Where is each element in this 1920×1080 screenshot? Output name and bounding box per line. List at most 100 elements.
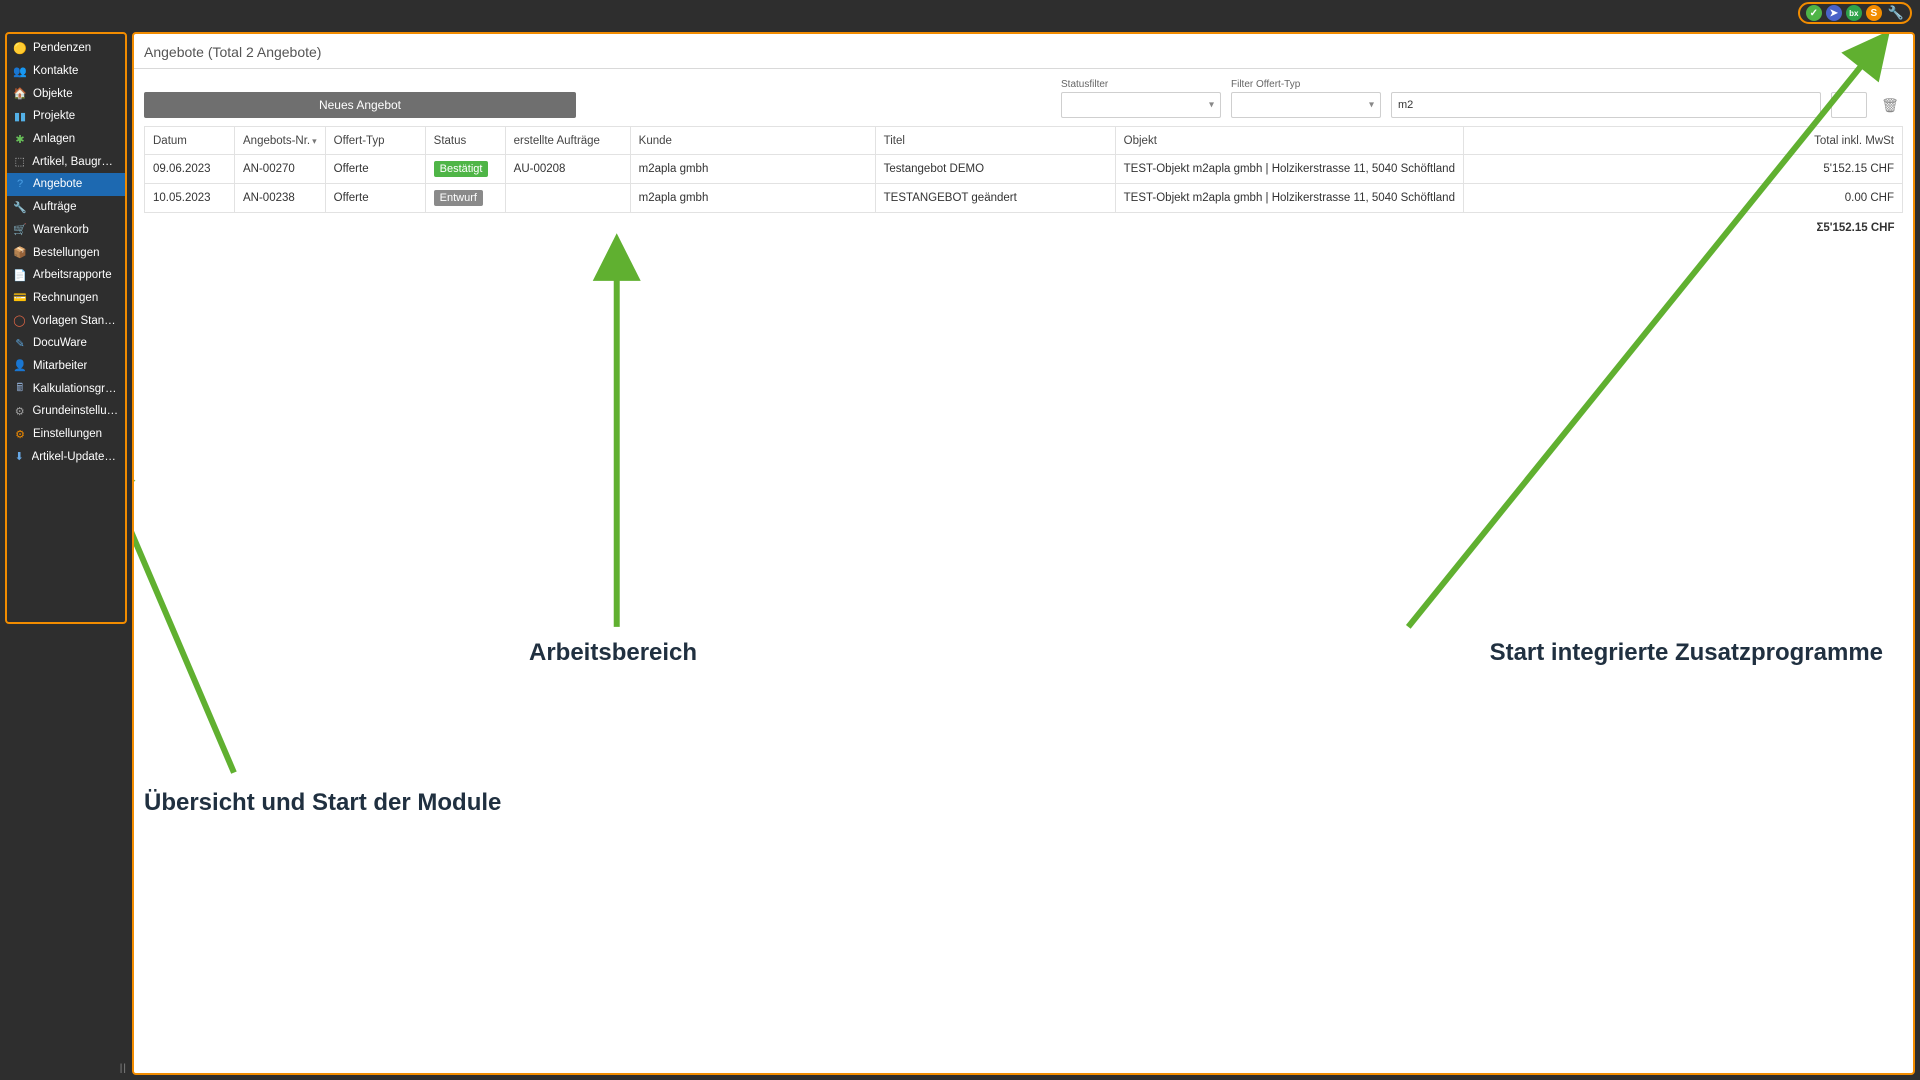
- warenkorb-icon: 🛒: [13, 223, 27, 237]
- integrated-addons-pill: ✓➤bxS 🔧: [1798, 2, 1912, 24]
- search-label: [1391, 79, 1821, 90]
- new-offer-button[interactable]: Neues Angebot: [144, 92, 576, 118]
- sidebar-item-label: Angebote: [33, 178, 82, 190]
- sidebar-item-label: Objekte: [33, 88, 73, 100]
- wrench-icon[interactable]: 🔧: [1888, 5, 1904, 21]
- sidebar-item-docuware[interactable]: ✎ DocuWare: [7, 332, 125, 355]
- sidebar-item-label: Kalkulationsgru...: [33, 383, 119, 395]
- col-status[interactable]: Status: [425, 127, 505, 155]
- sidebar-item-label: Kontakte: [33, 65, 78, 77]
- sidebar-item-label: Einstellungen: [33, 428, 102, 440]
- col-erstellteAuftraege[interactable]: erstellte Aufträge: [505, 127, 630, 155]
- chevron-down-icon: ▾: [1369, 100, 1374, 111]
- angebote-icon: ?: [13, 177, 27, 191]
- content-container: Angebote (Total 2 Angebote) Neues Angebo…: [132, 27, 1920, 1080]
- check-icon[interactable]: ✓: [1806, 5, 1822, 21]
- work-area: Angebote (Total 2 Angebote) Neues Angebo…: [132, 32, 1915, 1075]
- grundeinstellungen-icon: ⚙: [13, 404, 26, 418]
- table-total-row: Σ5'152.15 CHF: [145, 213, 1903, 241]
- bestellungen-icon: 📦: [13, 246, 27, 260]
- docuware-icon: ✎: [13, 336, 27, 350]
- sidebar-item-bestellungen[interactable]: 📦 Bestellungen: [7, 241, 125, 264]
- objekte-icon: 🏠: [13, 87, 27, 101]
- status-badge: Entwurf: [434, 190, 483, 206]
- filter-action-button[interactable]: [1831, 92, 1867, 118]
- artikel-icon: ⬚: [13, 155, 26, 169]
- arbeitsrapporte-icon: 📄: [13, 268, 27, 282]
- table-header-row: DatumAngebots-Nr.▾Offert-TypStatuserstel…: [145, 127, 1903, 155]
- sidebar-item-projekte[interactable]: ▮▮Projekte: [7, 105, 125, 128]
- sidebar-item-label: Bestellungen: [33, 247, 100, 259]
- sidebar-item-label: Artikel-Update (C...: [32, 451, 119, 463]
- offers-table: DatumAngebots-Nr.▾Offert-TypStatuserstel…: [144, 126, 1903, 241]
- titlebar: ✓➤bxS 🔧: [0, 0, 1920, 27]
- sidebar-item-objekte[interactable]: 🏠 Objekte: [7, 82, 125, 105]
- annotation-extras-label: Start integrierte Zusatzprogramme: [1490, 639, 1883, 667]
- kalkulation-icon: 🖩: [13, 382, 27, 396]
- sidebar-item-pendenzen[interactable]: 🟡Pendenzen: [7, 37, 125, 60]
- sidebar-item-label: Warenkorb: [33, 224, 89, 236]
- grand-total: Σ5'152.15 CHF: [145, 213, 1903, 241]
- col-kunde[interactable]: Kunde: [630, 127, 875, 155]
- sidebar-item-angebote[interactable]: ? Angebote: [7, 173, 125, 196]
- sidebar-item-rechnungen[interactable]: 💳 Rechnungen: [7, 287, 125, 310]
- artikel-update-icon: ⬇: [13, 450, 26, 464]
- sidebar-item-label: Vorlagen Standa...: [32, 315, 119, 327]
- sidebar-item-label: Artikel, Baugrup...: [32, 156, 119, 168]
- anlagen-icon: ✱: [13, 132, 27, 146]
- annotation-modules-label: Übersicht und Start der Module: [144, 789, 501, 817]
- mitarbeiter-icon: 👤: [13, 359, 27, 373]
- nav-icon[interactable]: ➤: [1826, 5, 1842, 21]
- col-objekt[interactable]: Objekt: [1115, 127, 1463, 155]
- offer-type-filter-label: Filter Offert-Typ: [1231, 79, 1381, 90]
- sidebar-item-arbeitsrapporte[interactable]: 📄Arbeitsrapporte: [7, 264, 125, 287]
- col-datum[interactable]: Datum: [145, 127, 235, 155]
- annotation-work-label: Arbeitsbereich: [529, 639, 697, 667]
- status-filter-select[interactable]: ▾: [1061, 92, 1221, 118]
- col-total[interactable]: Total inkl. MwSt: [1463, 127, 1902, 155]
- search-input[interactable]: [1391, 92, 1821, 118]
- sidebar-item-auftraege[interactable]: 🔧 Aufträge: [7, 196, 125, 219]
- sidebar-item-artikel[interactable]: ⬚ Artikel, Baugrup...: [7, 150, 125, 173]
- sidebar: 🟡Pendenzen 👥 Kontakte 🏠 Objekte ▮▮Projekte ✱ An…: [5, 32, 127, 624]
- sidebar-item-label: Mitarbeiter: [33, 360, 87, 372]
- einstellungen-icon: ⚙: [13, 427, 27, 441]
- sidebar-container: 🟡Pendenzen 👥 Kontakte 🏠 Objekte ▮▮Projekte ✱ An…: [0, 27, 132, 1080]
- sidebar-item-label: Rechnungen: [33, 292, 98, 304]
- vorlagen-icon: ◯: [13, 314, 26, 328]
- table-row[interactable]: 10.05.2023AN-00238OfferteEntwurfm2apla g…: [145, 184, 1903, 213]
- projekte-icon: ▮▮: [13, 109, 27, 123]
- sidebar-item-anlagen[interactable]: ✱ Anlagen: [7, 128, 125, 151]
- sidebar-item-mitarbeiter[interactable]: 👤 Mitarbeiter: [7, 355, 125, 378]
- sidebar-item-label: Aufträge: [33, 201, 76, 213]
- sidebar-item-vorlagen[interactable]: ◯ Vorlagen Standa...: [7, 309, 125, 332]
- page-title: Angebote (Total 2 Angebote): [134, 34, 1913, 69]
- table-row[interactable]: 09.06.2023AN-00270OfferteBestätigtAU-002…: [145, 155, 1903, 184]
- col-offertTyp[interactable]: Offert-Typ: [325, 127, 425, 155]
- rechnungen-icon: 💳: [13, 291, 27, 305]
- sidebar-resize-handle[interactable]: ||: [120, 1063, 127, 1074]
- sidebar-item-label: Pendenzen: [33, 42, 91, 54]
- offer-type-filter-select[interactable]: ▾: [1231, 92, 1381, 118]
- sidebar-item-label: Grundeinstellun...: [32, 405, 119, 417]
- sidebar-item-artikel-update[interactable]: ⬇ Artikel-Update (C...: [7, 445, 125, 468]
- s-icon[interactable]: S: [1866, 5, 1882, 21]
- toolbar: Neues Angebot Statusfilter ▾ Filter Offe…: [134, 69, 1913, 126]
- sidebar-item-grundeinstellungen[interactable]: ⚙ Grundeinstellun...: [7, 400, 125, 423]
- sidebar-item-label: Anlagen: [33, 133, 75, 145]
- chevron-down-icon: ▾: [1209, 100, 1214, 111]
- delete-button[interactable]: 🗑: [1877, 92, 1903, 118]
- sidebar-item-warenkorb[interactable]: 🛒 Warenkorb: [7, 219, 125, 242]
- status-badge: Bestätigt: [434, 161, 489, 177]
- bx-icon[interactable]: bx: [1846, 5, 1862, 21]
- sidebar-item-label: DocuWare: [33, 337, 87, 349]
- kontakte-icon: 👥: [13, 64, 27, 78]
- sidebar-item-kontakte[interactable]: 👥 Kontakte: [7, 60, 125, 83]
- status-filter-label: Statusfilter: [1061, 79, 1221, 90]
- col-angebotNr[interactable]: Angebots-Nr.▾: [235, 127, 326, 155]
- sidebar-item-kalkulation[interactable]: 🖩 Kalkulationsgru...: [7, 377, 125, 400]
- auftraege-icon: 🔧: [13, 200, 27, 214]
- sidebar-item-einstellungen[interactable]: ⚙ Einstellungen: [7, 423, 125, 446]
- sort-desc-icon: ▾: [312, 136, 317, 146]
- col-titel[interactable]: Titel: [875, 127, 1115, 155]
